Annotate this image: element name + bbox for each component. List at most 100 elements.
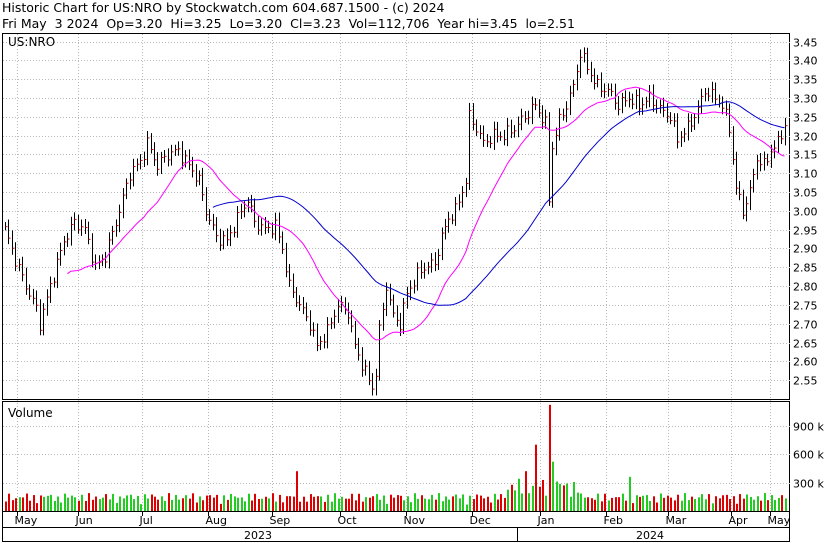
- volume-bar: [36, 503, 38, 511]
- price-tick-label: 2.95: [793, 225, 818, 238]
- price-tick-label: 3.45: [793, 37, 818, 50]
- volume-bar: [480, 495, 482, 511]
- volume-bar: [289, 496, 291, 511]
- volume-bar: [410, 502, 412, 511]
- volume-bar: [545, 495, 547, 511]
- volume-bar: [261, 498, 263, 511]
- volume-bar: [767, 500, 769, 511]
- volume-bar: [649, 500, 651, 511]
- volume-bar: [355, 500, 357, 511]
- volume-bar: [265, 496, 267, 511]
- volume-bar: [126, 495, 128, 511]
- volume-bar: [223, 495, 225, 511]
- volume-bar: [622, 493, 624, 511]
- volume-bar: [781, 495, 783, 511]
- volume-bar: [556, 481, 558, 511]
- volume-bar: [175, 494, 177, 511]
- volume-bar: [417, 498, 419, 511]
- volume-bar: [473, 499, 475, 511]
- volume-bar: [528, 493, 530, 511]
- volume-bar: [746, 494, 748, 511]
- volume-bar: [209, 495, 211, 511]
- volume-bar: [306, 501, 308, 511]
- volume-bar: [390, 494, 392, 511]
- price-tick-label: 3.15: [793, 149, 818, 162]
- volume-bar: [785, 498, 787, 511]
- volume-bar: [379, 499, 381, 511]
- volume-bar: [507, 489, 509, 511]
- volume-bar: [535, 444, 537, 511]
- volume-bar: [168, 493, 170, 511]
- price-tick-label: 2.85: [793, 262, 818, 275]
- price-tick-label: 3.30: [793, 93, 818, 106]
- price-tick-label: 3.10: [793, 168, 818, 181]
- volume-bar: [442, 501, 444, 511]
- year-label: 2023: [244, 529, 272, 542]
- volume-bar: [566, 483, 568, 511]
- volume-bar: [615, 497, 617, 511]
- volume-bar: [362, 501, 364, 511]
- volume-bar: [466, 504, 468, 511]
- volume-bar: [452, 496, 454, 511]
- volume-bar: [691, 496, 693, 511]
- volume-bar: [715, 496, 717, 511]
- volume-bar: [383, 495, 385, 511]
- volume-bar: [234, 496, 236, 511]
- volume-bar: [611, 497, 613, 511]
- volume-bar: [50, 494, 52, 511]
- volume-bar: [99, 499, 101, 511]
- volume-bar: [251, 500, 253, 511]
- volume-bar: [88, 493, 90, 511]
- volume-bar: [57, 496, 59, 511]
- volume-bar: [213, 497, 215, 511]
- volume-tick-label: 600 k: [793, 449, 824, 462]
- price-tick-label: 3.25: [793, 112, 818, 125]
- volume-bar: [674, 500, 676, 511]
- volume-bar: [670, 497, 672, 511]
- volume-bar: [161, 496, 163, 511]
- volume-bar: [369, 497, 371, 511]
- volume-bar: [733, 496, 735, 511]
- volume-bar: [497, 499, 499, 511]
- volume-bar: [74, 497, 76, 511]
- volume-bar: [760, 500, 762, 511]
- volume-bar: [573, 482, 575, 511]
- volume-bar: [47, 495, 49, 511]
- volume-bar: [92, 499, 94, 511]
- volume-bar: [455, 494, 457, 511]
- volume-bar: [29, 500, 31, 511]
- volume-bar: [147, 498, 149, 511]
- volume-bar: [230, 493, 232, 511]
- volume-bar: [313, 496, 315, 511]
- price-panel: [2, 33, 790, 400]
- price-tick-label: 2.65: [793, 338, 818, 351]
- volume-bar: [667, 495, 669, 511]
- volume-bar: [67, 497, 69, 511]
- volume-bar: [719, 498, 721, 511]
- volume-bar: [688, 500, 690, 511]
- volume-tick-label: 300 k: [793, 478, 824, 491]
- volume-bar: [597, 493, 599, 511]
- volume-bar: [112, 493, 114, 511]
- volume-bar: [116, 502, 118, 511]
- volume-bar: [663, 497, 665, 511]
- volume-bar: [102, 497, 104, 511]
- volume-bar: [345, 498, 347, 511]
- volume-bar: [244, 501, 246, 511]
- volume-bar: [407, 496, 409, 511]
- volume-bar: [85, 500, 87, 511]
- volume-bar: [632, 503, 634, 511]
- volume-bar: [123, 498, 125, 511]
- volume-bar: [448, 499, 450, 511]
- volume-bar: [202, 500, 204, 511]
- volume-bar: [462, 494, 464, 511]
- volume-bar: [580, 493, 582, 511]
- volume-bar: [525, 471, 527, 511]
- volume-bar: [43, 496, 45, 511]
- volume-bar: [140, 504, 142, 511]
- volume-bar: [189, 498, 191, 511]
- volume-bar: [64, 493, 66, 511]
- volume-bar: [171, 499, 173, 511]
- volume-bar: [521, 493, 523, 511]
- volume-bar: [653, 496, 655, 511]
